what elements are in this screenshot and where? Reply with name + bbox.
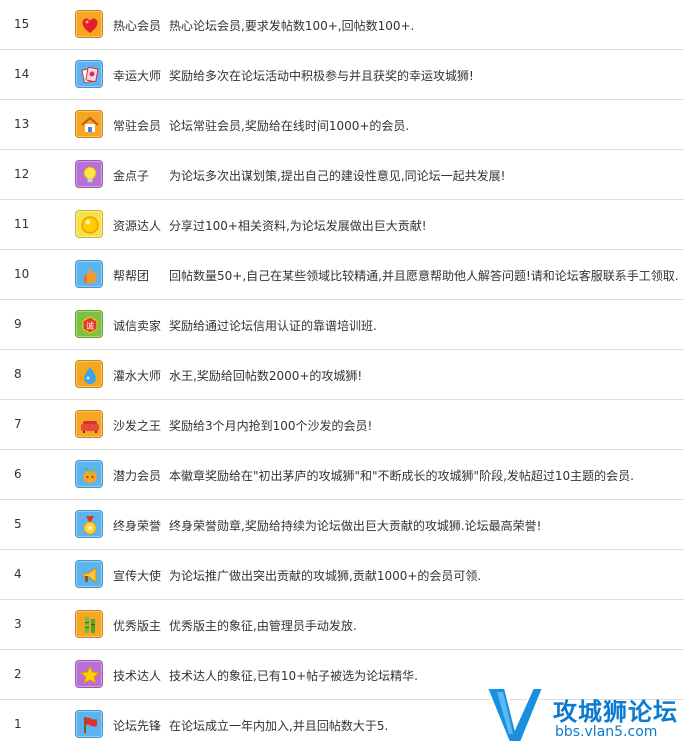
medal-description: 分享过100+相关资料,为论坛发展做出巨大贡献!: [169, 219, 427, 233]
medal-name: 优秀版主: [113, 619, 162, 633]
site-watermark: 攻城狮论坛 bbs.vlan5.com: [483, 684, 684, 747]
medal-description: 奖励给通过论坛信用认证的靠谱培训班.: [169, 319, 377, 333]
medal-number: 6: [14, 467, 22, 481]
lucky-cards-icon: [75, 60, 103, 88]
medal-row: 4 宣传大使 为论坛推广做出突出贡献的攻城狮,贡献1000+的会员可领.: [0, 550, 684, 600]
medal-number: 9: [14, 317, 22, 331]
medal-name: 幸运大师: [113, 69, 162, 83]
medal-name: 帮帮团: [113, 269, 150, 283]
medal-number: 14: [14, 67, 30, 81]
medal-description: 为论坛推广做出突出贡献的攻城狮,贡献1000+的会员可领.: [169, 569, 482, 583]
medal-name: 灌水大师: [113, 369, 162, 383]
medal-number: 13: [14, 117, 30, 131]
medal-description: 奖励给多次在论坛活动中积极参与并且获奖的幸运攻城狮!: [169, 69, 474, 83]
medal-number: 2: [14, 667, 22, 681]
medal-name: 常驻会员: [113, 119, 162, 133]
medal-number: 4: [14, 567, 22, 581]
lightbulb-icon: [75, 160, 103, 188]
medal-name: 论坛先锋: [113, 719, 162, 733]
medal-row: 15 热心会员 热心论坛会员,要求发帖数100+,回帖数100+.: [0, 0, 684, 50]
medal-description: 技术达人的象征,已有10+帖子被选为论坛精华.: [169, 669, 418, 683]
medal-name: 技术达人: [113, 669, 162, 683]
medal-description: 论坛常驻会员,奖励给在线时间1000+的会员.: [169, 119, 410, 133]
medal-row: 9 诚 诚信卖家 奖励给通过论坛信用认证的靠谱培训班.: [0, 300, 684, 350]
honesty-seal-icon: 诚: [75, 310, 103, 338]
megaphone-icon: [75, 560, 103, 588]
thumbs-up-icon: [75, 260, 103, 288]
watermark-brand: 攻城狮论坛: [553, 698, 678, 726]
house-icon: [75, 110, 103, 138]
medal-number: 15: [14, 17, 30, 31]
medal-name: 热心会员: [113, 19, 162, 33]
medal-number: 5: [14, 517, 22, 531]
medal-row: 13 常驻会员 论坛常驻会员,奖励给在线时间1000+的会员.: [0, 100, 684, 150]
medal-row: 10 帮帮团 回帖数量50+,自己在某些领域比较精通,并且愿意帮助他人解答问题!请和…: [0, 250, 684, 300]
star-icon: [75, 660, 103, 688]
medal-row: 12 金点子 为论坛多次出谋划策,提出自己的建设性意见,同论坛一起共发展!: [0, 150, 684, 200]
medal-description: 为论坛多次出谋划策,提出自己的建设性意见,同论坛一起共发展!: [169, 169, 506, 183]
medal-number: 10: [14, 267, 30, 281]
medal-description: 奖励给3个月内抢到100个沙发的会员!: [169, 419, 373, 433]
medal-row: 6 潜力会员 本徽章奖励给在"初出茅庐的攻城狮"和"不断成长的攻城狮"阶段,发帖超过…: [0, 450, 684, 500]
flag-icon: [75, 710, 103, 738]
medal-description: 在论坛成立一年内加入,并且回帖数大于5.: [169, 719, 389, 733]
watermark-url: bbs.vlan5.com: [555, 724, 658, 740]
v5-logo-icon: [485, 687, 545, 743]
medal-row: 7 沙发之王 奖励给3个月内抢到100个沙发的会员!: [0, 400, 684, 450]
medal-description: 回帖数量50+,自己在某些领域比较精通,并且愿意帮助他人解答问题!请和论坛客服联…: [169, 269, 679, 283]
medal-icon: [75, 510, 103, 538]
medal-name: 诚信卖家: [113, 319, 162, 333]
medal-row: 11 资源达人 分享过100+相关资料,为论坛发展做出巨大贡献!: [0, 200, 684, 250]
water-drop-icon: [75, 360, 103, 388]
medal-description: 热心论坛会员,要求发帖数100+,回帖数100+.: [169, 19, 415, 33]
medal-number: 7: [14, 417, 22, 431]
medal-row: 3 优秀版主 优秀版主的象征,由管理员手动发放.: [0, 600, 684, 650]
medal-row: 14 幸运大师 奖励给多次在论坛活动中积极参与并且获奖的幸运攻城狮!: [0, 50, 684, 100]
medal-number: 3: [14, 617, 22, 631]
medal-name: 潜力会员: [113, 469, 162, 483]
medal-number: 8: [14, 367, 22, 381]
medal-name: 终身荣誉: [113, 519, 162, 533]
medal-name: 沙发之王: [113, 419, 162, 433]
medal-description: 优秀版主的象征,由管理员手动发放.: [169, 619, 357, 633]
heart-icon: [75, 10, 103, 38]
medal-name: 资源达人: [113, 219, 162, 233]
medal-description: 本徽章奖励给在"初出茅庐的攻城狮"和"不断成长的攻城狮"阶段,发帖超过10主题的…: [169, 469, 634, 483]
svg-text:诚: 诚: [86, 321, 94, 331]
medal-description: 水王,奖励给回帖数2000+的攻城狮!: [169, 369, 363, 383]
medal-name: 金点子: [113, 169, 150, 183]
medal-description: 终身荣誉勋章,奖励给持续为论坛做出巨大贡献的攻城狮.论坛最高荣誉!: [169, 519, 542, 533]
medal-list: 15 热心会员 热心论坛会员,要求发帖数100+,回帖数100+. 14 幸运大师 奖励给…: [0, 0, 684, 750]
bamboo-icon: [75, 610, 103, 638]
medal-row: 8 灌水大师 水王,奖励给回帖数2000+的攻城狮!: [0, 350, 684, 400]
medal-number: 1: [14, 717, 22, 731]
medal-number: 12: [14, 167, 30, 181]
medal-number: 11: [14, 217, 30, 231]
sun-coin-icon: [75, 210, 103, 238]
sprout-icon: [75, 460, 103, 488]
sofa-icon: [75, 410, 103, 438]
medal-name: 宣传大使: [113, 569, 162, 583]
medal-row: 5 终身荣誉 终身荣誉勋章,奖励给持续为论坛做出巨大贡献的攻城狮.论坛最高荣誉!: [0, 500, 684, 550]
